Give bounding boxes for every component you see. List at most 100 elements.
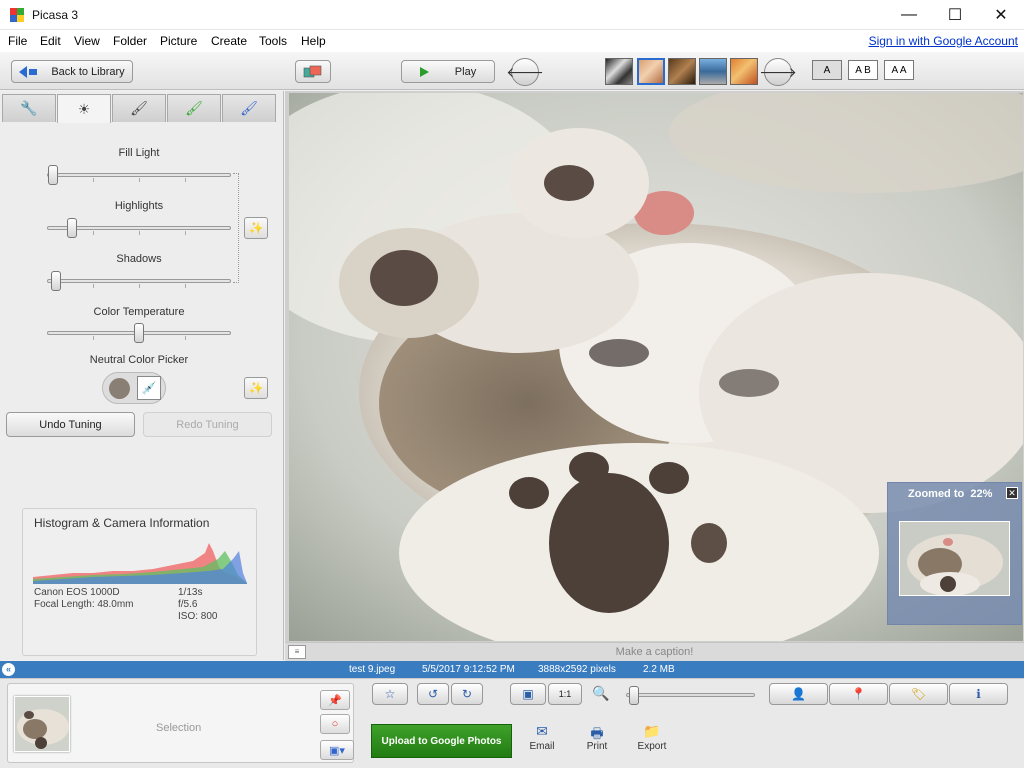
previous-photo-button[interactable]: 🡐 [506, 58, 544, 86]
filmstrip-thumb-5[interactable] [730, 58, 758, 85]
fill-light-slider[interactable] [47, 165, 231, 185]
actual-size-button[interactable]: 1:1 [548, 683, 582, 705]
menu-file[interactable]: File [8, 34, 27, 48]
rotate-left-button[interactable]: ↺ [417, 683, 449, 705]
focal-length: Focal Length: 48.0mm [34, 599, 134, 610]
star-icon: ☆ [384, 687, 396, 701]
print-button[interactable]: 🖶 Print [572, 723, 622, 752]
menu-tools[interactable]: Tools [259, 34, 287, 48]
fit-screen-icon: ▣ [522, 687, 534, 701]
menu-folder[interactable]: Folder [113, 34, 147, 48]
menu-view[interactable]: View [74, 34, 100, 48]
close-icon: ✕ [1008, 488, 1016, 498]
auto-contrast-button[interactable]: ✨ [244, 217, 268, 239]
picasa-logo-icon [10, 8, 24, 22]
file-date: 5/5/2017 9:12:52 PM [422, 664, 515, 675]
back-to-library-button[interactable]: Back to Library [11, 60, 133, 83]
email-button[interactable]: ✉ Email [517, 723, 567, 752]
fill-light-label: Fill Light [118, 147, 160, 159]
arrow-right-icon: 🡒 [759, 63, 797, 80]
compare-view-button[interactable]: A B [848, 60, 878, 80]
tab-basic-fixes[interactable]: 🔧 [2, 94, 56, 122]
next-photo-button[interactable]: 🡒 [759, 58, 797, 86]
shadows-knob[interactable] [51, 271, 61, 291]
neutral-color-picker-label: Neutral Color Picker [89, 354, 189, 366]
export-button[interactable]: 📁 Export [627, 723, 677, 752]
geotag-button[interactable]: 📍 [829, 683, 888, 705]
title-bar: Picasa 3 — ☐ ✕ [0, 0, 1024, 30]
zoom-close-button[interactable]: ✕ [1006, 487, 1018, 499]
collapse-tray-button[interactable]: « [2, 663, 15, 676]
neutral-color-picker: 💉 [102, 372, 166, 404]
edit-tabs: 🔧 ☀ 🖌 🖌 🖌 [2, 94, 278, 123]
tray-thumbnail[interactable] [14, 696, 70, 752]
shadows-slider[interactable] [47, 271, 231, 291]
rotate-right-button[interactable]: ↻ [451, 683, 483, 705]
filmstrip-thumb-4[interactable] [699, 58, 727, 85]
menu-help[interactable]: Help [301, 34, 326, 48]
highlights-slider[interactable] [47, 218, 231, 238]
image-dimensions: 3888x2592 pixels [538, 664, 616, 675]
album-dropdown-icon: ▣▾ [329, 744, 345, 757]
tab-tuning[interactable]: ☀ [57, 94, 111, 123]
menu-picture[interactable]: Picture [160, 34, 197, 48]
iso: ISO: 800 [178, 611, 218, 622]
view-mode-group: A A B A A [805, 60, 919, 82]
tab-effects-3[interactable]: 🖌 [222, 94, 276, 122]
maximize-button[interactable]: ☐ [932, 0, 978, 30]
green-brush-icon: 🖌 [185, 100, 203, 116]
highlights-knob[interactable] [67, 218, 77, 238]
zoom-thumbnail[interactable] [899, 521, 1010, 596]
play-icon [419, 66, 429, 77]
color-temperature-knob[interactable] [134, 323, 144, 343]
close-button[interactable]: ✕ [978, 0, 1024, 30]
people-button[interactable]: 👤 [769, 683, 828, 705]
envelope-icon: ✉ [536, 723, 548, 739]
fit-screen-button[interactable]: ▣ [510, 683, 546, 705]
filmstrip-thumb-current[interactable] [637, 58, 665, 85]
clear-selection-button[interactable]: ○ [320, 714, 350, 734]
file-name: test 9.jpeg [349, 664, 396, 675]
email-label: Email [529, 741, 555, 752]
undo-tuning-button[interactable]: Undo Tuning [6, 412, 135, 437]
file-size: 2.2 MB [643, 664, 675, 675]
play-slideshow-button[interactable]: Play [401, 60, 495, 83]
export-label: Export [637, 741, 667, 752]
filmstrip-thumb-3[interactable] [668, 58, 696, 85]
tray-thumbnail-image [15, 697, 69, 751]
zoom-slider-knob[interactable] [629, 686, 639, 705]
minimize-button[interactable]: — [886, 0, 932, 30]
blue-brush-icon: 🖌 [240, 100, 258, 116]
redo-tuning-button[interactable]: Redo Tuning [143, 412, 272, 437]
properties-button[interactable]: ℹ [949, 683, 1008, 705]
fill-light-knob[interactable] [48, 165, 58, 185]
color-temperature-slider[interactable] [47, 323, 231, 343]
play-label: Play [454, 65, 477, 78]
eyedropper-button[interactable]: 💉 [137, 376, 161, 400]
star-button[interactable]: ☆ [372, 683, 408, 705]
auto-color-button[interactable]: ✨ [244, 377, 268, 399]
edit-panel: 🔧 ☀ 🖌 🖌 🖌 Fill Light Highlights Shadows … [0, 91, 284, 660]
hold-button[interactable]: 📌 [320, 690, 350, 710]
histogram-panel: Histogram & Camera Information Canon EOS… [22, 508, 257, 656]
magic-wand-icon: ✨ [248, 381, 264, 395]
zoom-magnifier-icon[interactable]: 🔍 [592, 685, 609, 702]
sign-in-link[interactable]: Sign in with Google Account [869, 34, 1018, 48]
dual-view-button[interactable]: A A [884, 60, 914, 80]
single-view-button[interactable]: A [812, 60, 842, 80]
menu-edit[interactable]: Edit [40, 34, 61, 48]
filmstrip-thumb-1[interactable] [605, 58, 633, 85]
caption-input[interactable]: Make a caption! [285, 646, 1024, 658]
collage-icon [303, 65, 322, 77]
exposure-time: 1/13s [178, 587, 203, 598]
tab-effects-2[interactable]: 🖌 [167, 94, 221, 122]
zoom-slider[interactable] [626, 686, 755, 705]
add-to-album-button[interactable]: ▣▾ [320, 740, 354, 760]
menu-create[interactable]: Create [211, 34, 247, 48]
tags-button[interactable]: 🏷 [889, 683, 948, 705]
color-temperature-label: Color Temperature [93, 306, 185, 318]
tab-effects[interactable]: 🖌 [112, 94, 166, 122]
collage-button[interactable] [295, 60, 331, 83]
upload-to-google-photos-button[interactable]: Upload to Google Photos [371, 724, 512, 758]
wrench-icon: 🔧 [20, 100, 38, 116]
